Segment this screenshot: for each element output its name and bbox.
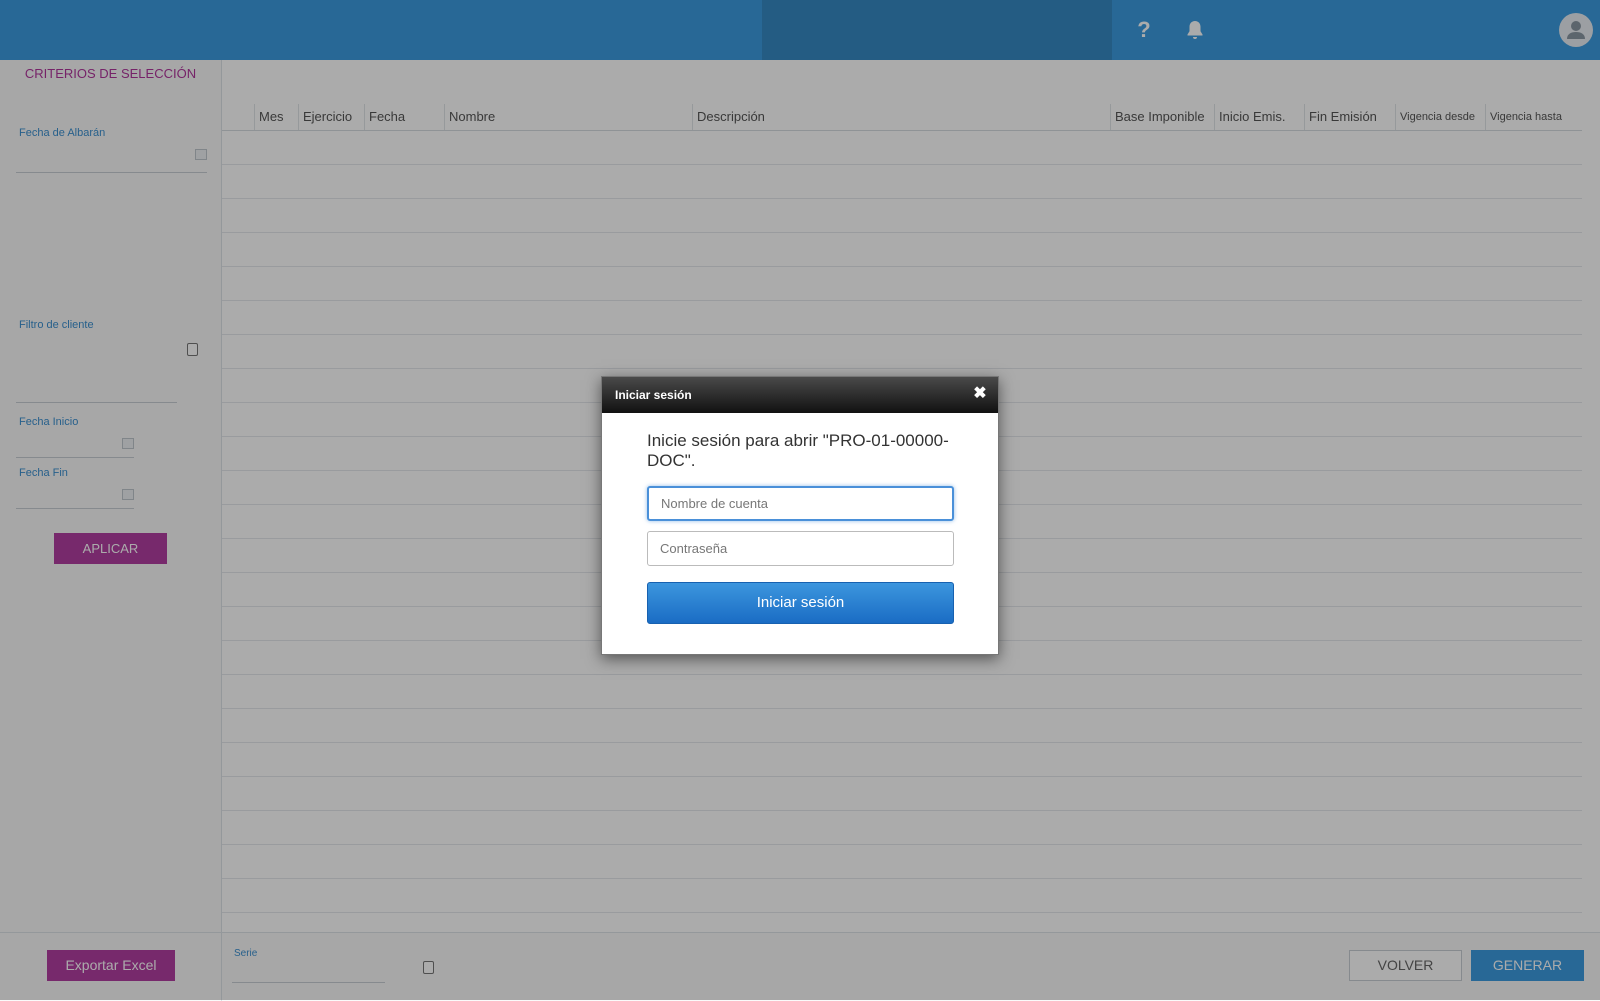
login-button[interactable]: Iniciar sesión — [647, 582, 954, 624]
password-input[interactable] — [647, 531, 954, 566]
login-dialog: Iniciar sesión ✖ Inicie sesión para abri… — [601, 376, 999, 655]
dialog-header: Iniciar sesión ✖ — [602, 377, 998, 413]
close-icon[interactable]: ✖ — [972, 386, 988, 402]
login-message: Inicie sesión para abrir "PRO-01-00000-D… — [647, 431, 949, 470]
username-input[interactable] — [647, 486, 954, 521]
dialog-title: Iniciar sesión — [615, 388, 692, 402]
